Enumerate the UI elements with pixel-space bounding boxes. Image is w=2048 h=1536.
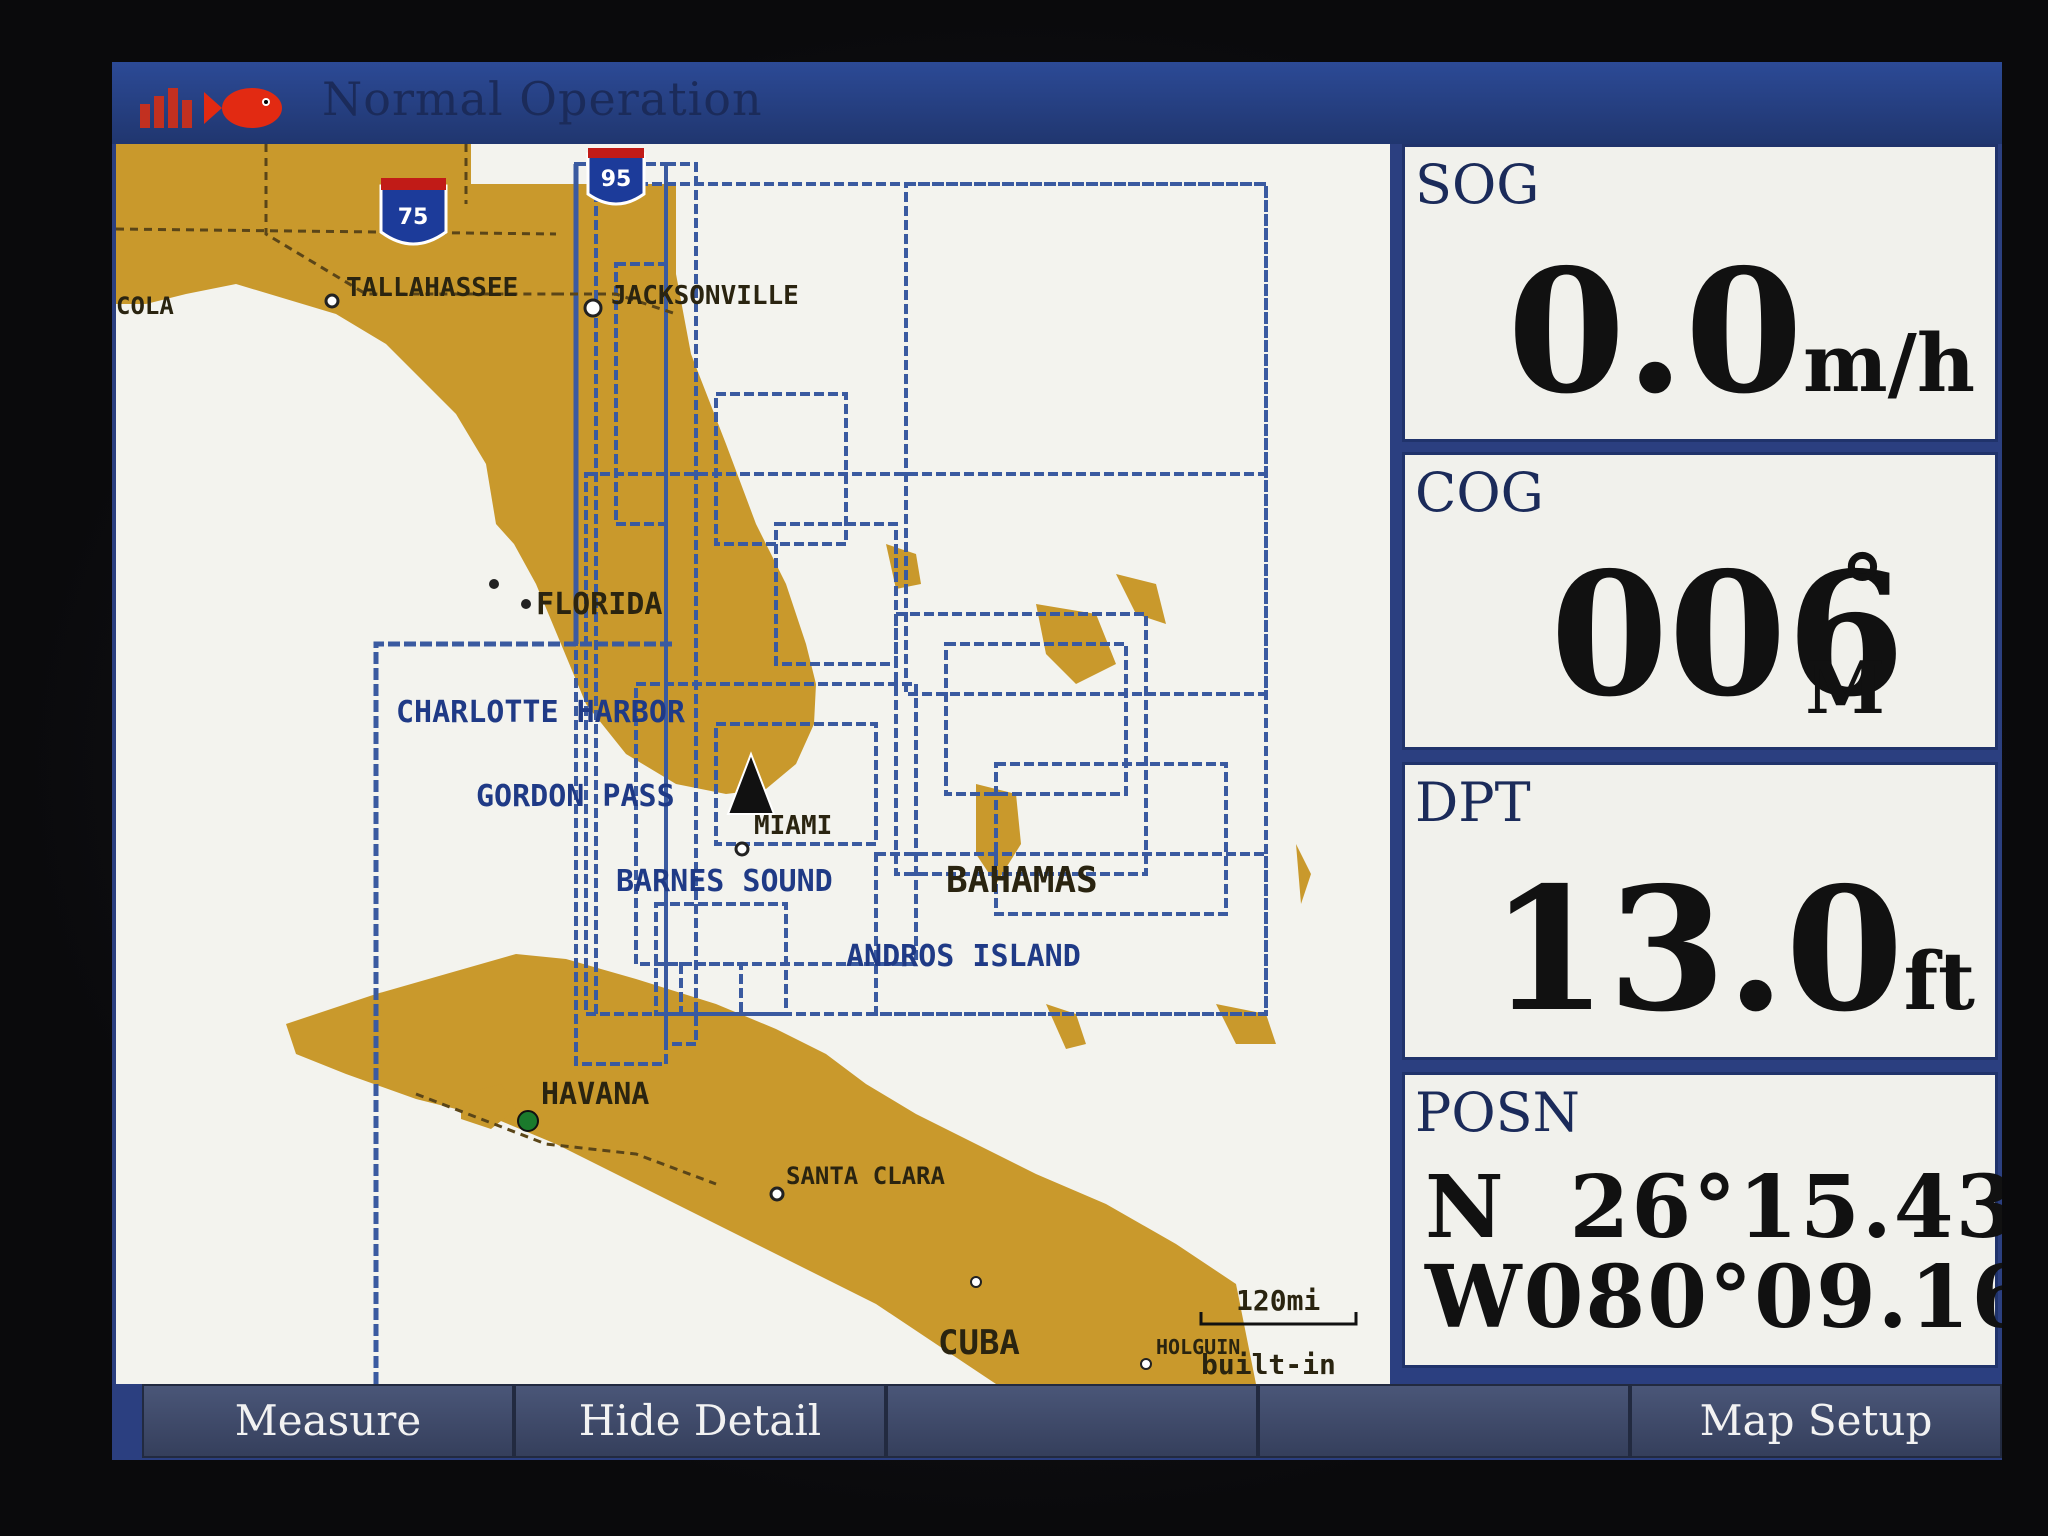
dpt-number: 13.0 (1489, 850, 1904, 1050)
chart-map[interactable]: 75 95 COLA TALLAHASSEE JACKSONVILLE FLOR… (116, 144, 1390, 1384)
interstate-95-shield: 95 (586, 148, 646, 206)
cog-label: COG (1415, 461, 1544, 524)
data-fields-panel: SOG 0.0m/h COG 006 ° M DPT 13.0ft POSN N… (1390, 144, 2002, 1384)
label-jacksonville: JACKSONVILLE (611, 281, 799, 311)
label-florida: FLORIDA (536, 587, 662, 622)
measure-softkey[interactable]: Measure (142, 1384, 514, 1458)
interstate-75-shield: 75 (379, 178, 448, 246)
cog-degree-symbol: ° (1840, 535, 1885, 641)
title-bar: Normal Operation (112, 62, 2002, 144)
map-canvas: 75 95 COLA TALLAHASSEE JACKSONVILLE FLOR… (116, 144, 1358, 1384)
scale-label: 120mi (1236, 1284, 1320, 1317)
sog-number: 0.0 (1507, 232, 1803, 432)
posn-label: POSN (1415, 1081, 1580, 1144)
sog-label: SOG (1415, 153, 1540, 216)
blank-softkey-4[interactable] (1258, 1384, 1630, 1458)
mode-title: Normal Operation (322, 72, 763, 126)
label-pensacola: COLA (116, 292, 174, 320)
status-icons (130, 74, 320, 136)
label-bahamas: BAHAMAS (946, 860, 1098, 901)
softkey-bar: Measure Hide Detail Map Setup (112, 1384, 2002, 1460)
label-santa-clara: SANTA CLARA (786, 1162, 945, 1190)
sog-unit: m/h (1802, 316, 1975, 410)
hide-detail-softkey[interactable]: Hide Detail (514, 1384, 886, 1458)
svg-text:95: 95 (601, 167, 632, 192)
dpt-unit: ft (1903, 934, 1975, 1028)
svg-text:75: 75 (398, 205, 429, 230)
label-charlotte-harbor: CHARLOTTE HARBOR (396, 695, 686, 730)
fish-icon (204, 88, 282, 128)
label-andros-island: ANDROS ISLAND (846, 939, 1081, 974)
dpt-value: 13.0ft (1490, 865, 1975, 1035)
dpt-field[interactable]: DPT 13.0ft (1402, 762, 1998, 1060)
label-cuba: CUBA (938, 1323, 1020, 1363)
cog-unit: M (1805, 645, 1885, 730)
blank-softkey-3[interactable] (886, 1384, 1258, 1458)
sog-field[interactable]: SOG 0.0m/h (1402, 144, 1998, 442)
label-tallahassee: TALLAHASSEE (346, 273, 518, 303)
label-gordon-pass: GORDON PASS (476, 779, 675, 814)
label-havana: HAVANA (541, 1077, 649, 1112)
label-miami: MIAMI (754, 811, 832, 841)
label-barnes-sound: BARNES SOUND (616, 864, 833, 899)
cog-field[interactable]: COG 006 ° M (1402, 452, 1998, 750)
sonar-bars-icon (140, 88, 194, 128)
posn-latitude: N 26°15.432' (1425, 1157, 2002, 1258)
map-source-label: built-in (1201, 1348, 1336, 1381)
map-setup-softkey[interactable]: Map Setup (1630, 1384, 2002, 1458)
sog-value: 0.0m/h (1507, 247, 1975, 417)
posn-longitude: W080°09.168' (1425, 1247, 2002, 1348)
dpt-label: DPT (1415, 771, 1531, 834)
cuba-landmass (286, 954, 1256, 1384)
chartplotter-screen: Normal Operation 75 95 COLA TALLAHASSEE … (112, 62, 2002, 1460)
posn-field[interactable]: POSN N 26°15.432' W080°09.168' (1402, 1072, 2002, 1368)
